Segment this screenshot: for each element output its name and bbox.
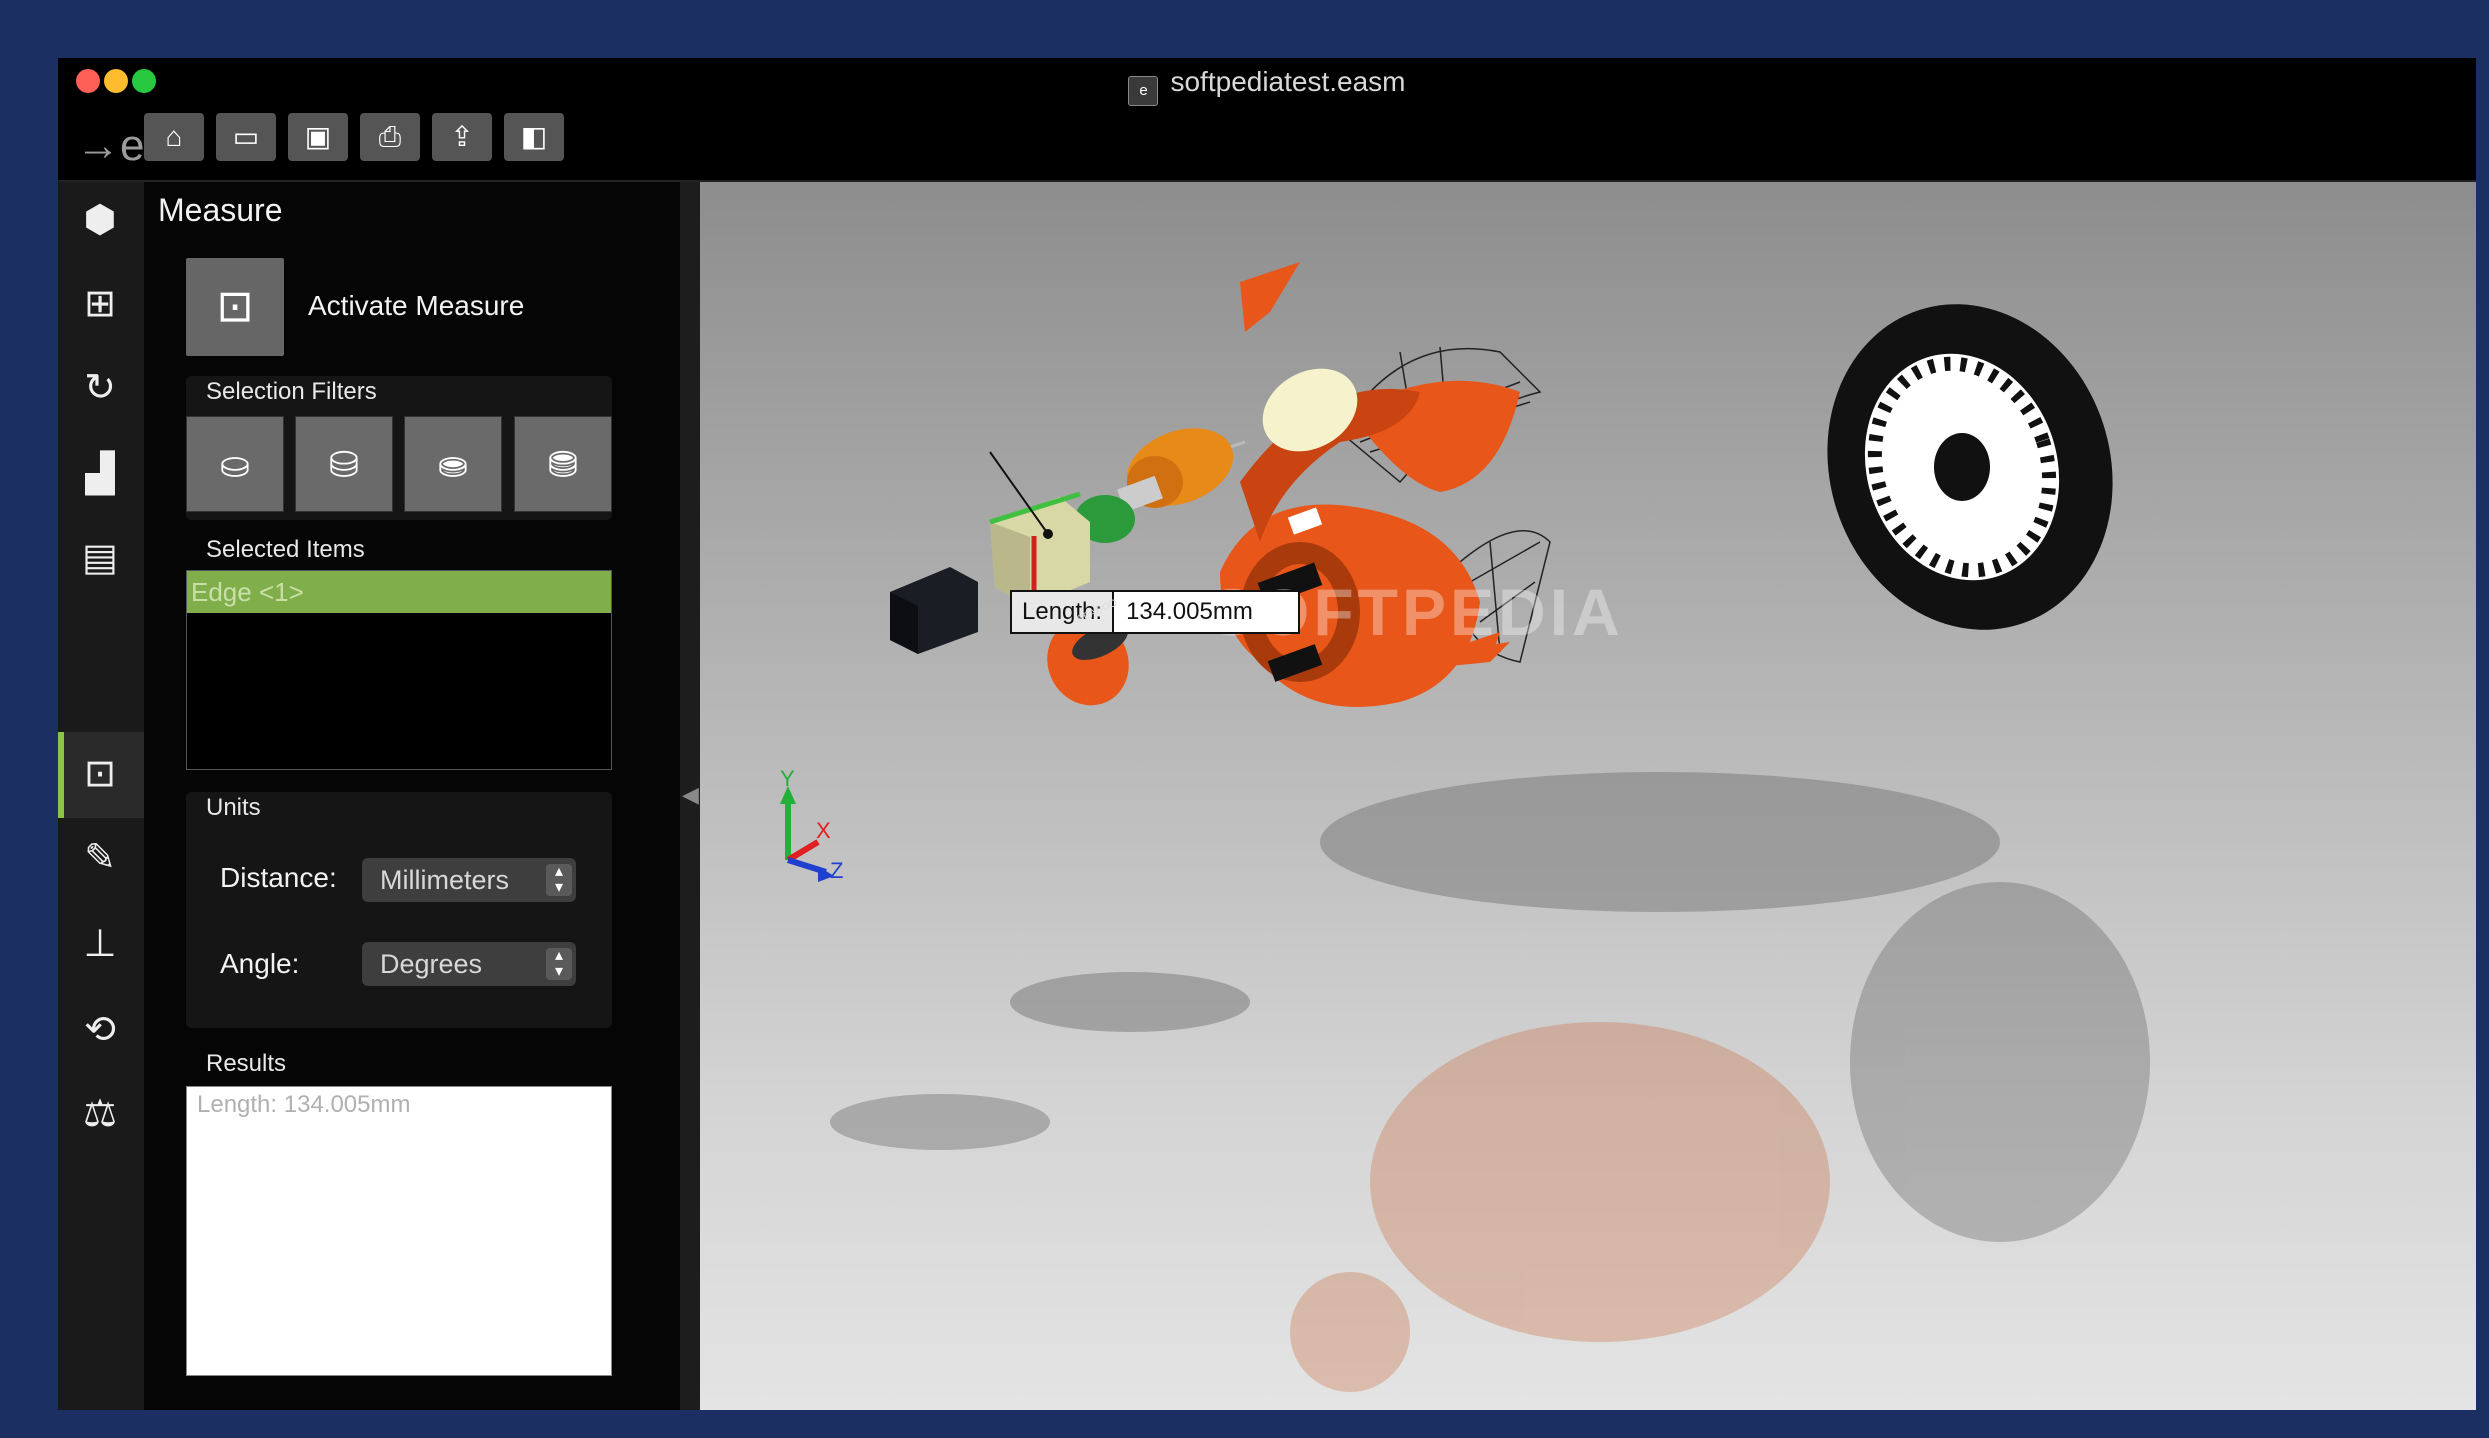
selection-filters-group: Selection Filters ⛀ ⛁ ⛂ ⛃ [186,376,612,520]
list-item[interactable]: Edge <1> [187,571,611,613]
panel-splitter[interactable]: ◀ [680,182,700,1410]
file-icon: e [1128,76,1159,106]
updown-chevron-icon: ▴ ▾ [546,948,572,980]
rail-active-indicator [58,732,64,818]
save-icon: ▣ [304,121,332,152]
face-filter-icon: ⛁ [328,444,360,485]
mass-properties-icon[interactable]: ⚖ [72,1086,128,1142]
animate-icon[interactable]: ↻ [72,360,128,416]
app-window: e softpediatest.easm →e ⌂ ▭ ▣ ⎙ ⇪ ◧ ⬢ ⊞ ↻… [58,58,2476,1410]
distance-select[interactable]: Millimeters ▴ ▾ [362,858,576,902]
updown-chevron-icon: ▴ ▾ [546,864,572,896]
panel-title: Measure [158,192,283,228]
panel-toggle-button[interactable]: ◧ [504,113,564,161]
panel-toggle-icon: ◧ [520,121,548,152]
measure-panel: Measure ⊡ Activate Measure Selection Fil… [144,182,680,1410]
measure-tool-icon: ⊡ [216,282,254,331]
collapse-left-icon: ◀ [682,782,699,807]
measure-callout[interactable]: Length: 134.005mm [1010,590,1301,634]
stamp-icon[interactable]: ⊥ [72,916,128,972]
axis-label-x: X [816,818,831,843]
selected-items-group: Selected Items Edge <1> [186,534,612,770]
angle-label: Angle: [220,948,300,979]
filter-vertex-button[interactable]: ⛃ [514,416,612,512]
angle-select[interactable]: Degrees ▴ ▾ [362,942,576,986]
angle-select-value: Degrees [380,949,483,979]
selection-filters-label: Selection Filters [206,378,377,405]
filter-face-button[interactable]: ⛁ [295,416,393,512]
distance-label: Distance: [220,862,337,893]
export-icon: ⇪ [450,121,474,152]
activate-measure-button[interactable]: ⊡ [186,258,284,356]
battery [890,567,978,654]
title-bar: e softpediatest.easm [58,58,2476,116]
explode-icon[interactable]: ▟ [72,446,128,502]
tool-rail: ⬢ ⊞ ↻ ▟ ▤ ⊡ ✎ ⊥ ⟲ ⚖ [58,182,144,1410]
app-logo: →e [76,121,145,170]
rotate-icon[interactable]: ⟲ [72,1002,128,1058]
edge-filter-icon: ⛂ [437,444,469,485]
print-button[interactable]: ⎙ [360,113,420,161]
selected-items-list[interactable]: Edge <1> [186,570,612,770]
battery-housing [989,451,1090,607]
measure-icon[interactable]: ⊡ [72,746,128,802]
units-group: Units Distance: Millimeters ▴ ▾ Angle: De… [186,792,612,1028]
axis-label-y: Y [780,766,795,791]
assembly-icon[interactable]: ⬢ [72,192,128,248]
wheel [1827,304,2113,630]
home-icon: ⌂ [165,121,183,152]
vertex-filter-icon: ⛃ [547,444,579,485]
components-icon[interactable]: ▤ [72,530,128,586]
window-title: e softpediatest.easm [58,66,2476,106]
part-filter-icon: ⛀ [219,444,251,485]
window-title-text: softpediatest.easm [1170,66,1406,97]
results-box[interactable]: Length: 134.005mm [186,1086,612,1376]
results-label: Results [206,1050,287,1077]
views-icon[interactable]: ⊞ [72,276,128,332]
print-icon: ⎙ [378,121,402,152]
axis-label-z: Z [830,858,844,883]
units-label: Units [206,794,261,821]
activate-measure-label: Activate Measure [308,290,525,321]
3d-viewport[interactable]: SOFTPEDIA Length: 134.005mm SEADOO Y X Z [700,182,2476,1410]
main-toolbar: →e [58,118,2476,182]
open-button[interactable]: ▭ [216,113,276,161]
home-button[interactable]: ⌂ [144,113,204,161]
results-text: Length: 134.005mm [197,1091,411,1118]
motor [1117,428,1234,513]
model-reflection [1290,882,2150,1392]
selected-items-label: Selected Items [206,536,365,563]
open-folder-icon: ▭ [232,121,260,152]
save-button[interactable]: ▣ [288,113,348,161]
filter-edge-button[interactable]: ⛂ [404,416,502,512]
export-button[interactable]: ⇪ [432,113,492,161]
measure-callout-value: 134.005mm [1126,598,1253,625]
distance-select-value: Millimeters [380,865,510,895]
markup-icon[interactable]: ✎ [72,830,128,886]
filter-part-button[interactable]: ⛀ [186,416,284,512]
model-render [780,262,2150,1392]
